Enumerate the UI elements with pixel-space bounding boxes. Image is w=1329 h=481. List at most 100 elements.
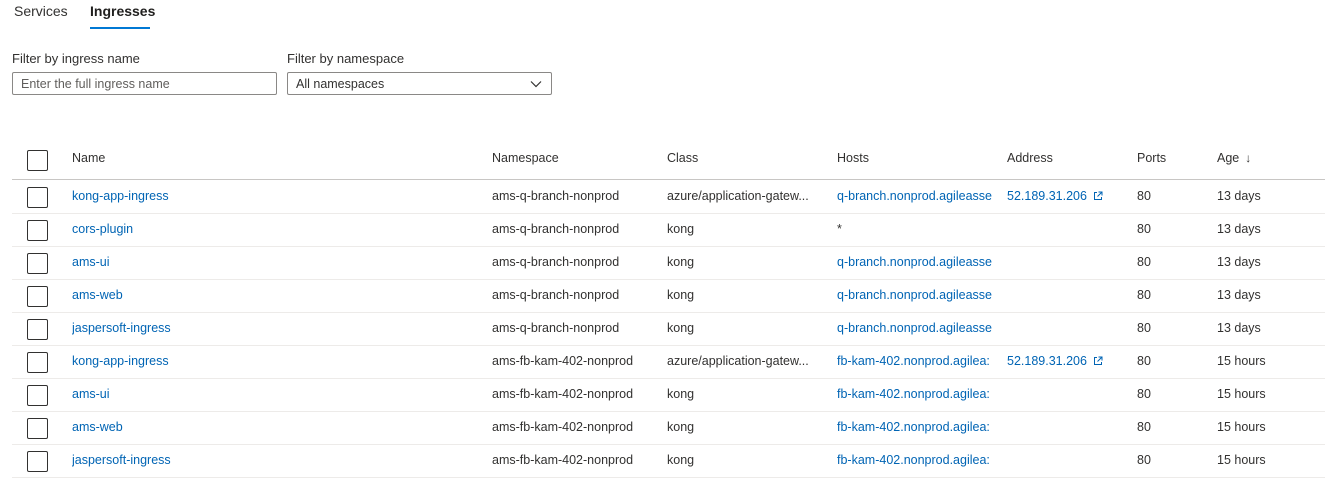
row-checkbox[interactable] xyxy=(27,352,48,373)
hosts-cell[interactable]: fb-kam-402.nonprod.agilea: xyxy=(837,420,996,434)
chevron-down-icon xyxy=(530,81,542,88)
namespace-cell: ams-q-branch-nonprod xyxy=(492,255,620,269)
table-row[interactable]: cors-plugin ams-q-branch-nonprod kong * 80 13… xyxy=(12,214,1325,247)
hosts-cell[interactable]: fb-kam-402.nonprod.agilea: xyxy=(837,453,996,467)
namespace-cell: ams-q-branch-nonprod xyxy=(492,321,620,335)
row-checkbox[interactable] xyxy=(27,385,48,406)
table-row[interactable]: jaspersoft-ingress ams-q-branch-nonprod ko… xyxy=(12,313,1325,346)
table-row[interactable]: ams-ui ams-q-branch-nonprod kong q-branch.n… xyxy=(12,247,1325,280)
ingress-name-link[interactable]: ams-ui xyxy=(72,255,472,269)
hosts-cell[interactable]: q-branch.nonprod.agileasse xyxy=(837,189,996,203)
namespace-cell: ams-q-branch-nonprod xyxy=(492,288,620,302)
namespace-filter-dropdown[interactable]: All namespaces xyxy=(287,72,552,95)
class-cell: kong xyxy=(667,321,695,335)
address-text: 52.189.31.206 xyxy=(1007,189,1087,203)
ports-cell: 80 xyxy=(1137,420,1151,434)
sort-descending-icon: ↓ xyxy=(1245,151,1252,165)
select-all-checkbox[interactable] xyxy=(27,150,48,171)
age-cell: 13 days xyxy=(1217,255,1261,269)
ports-cell: 80 xyxy=(1137,288,1151,302)
ports-cell: 80 xyxy=(1137,354,1151,368)
class-cell: kong xyxy=(667,222,695,236)
table-header: Name Namespace Class Hosts Address Ports… xyxy=(12,142,1325,180)
ingress-name-filter-label: Filter by ingress name xyxy=(12,51,140,66)
row-checkbox[interactable] xyxy=(27,418,48,439)
row-checkbox[interactable] xyxy=(27,253,48,274)
external-link-icon xyxy=(1093,191,1103,200)
tab-services[interactable]: Services xyxy=(14,0,68,30)
ports-cell: 80 xyxy=(1137,453,1151,467)
column-header-hosts[interactable]: Hosts xyxy=(837,151,869,165)
ingress-name-link[interactable]: jaspersoft-ingress xyxy=(72,321,472,335)
hosts-cell[interactable]: q-branch.nonprod.agileasse xyxy=(837,288,996,302)
column-header-namespace[interactable]: Namespace xyxy=(492,151,559,165)
table-row[interactable]: kong-app-ingress ams-fb-kam-402-nonprod az… xyxy=(12,346,1325,379)
hosts-cell[interactable]: q-branch.nonprod.agileasse xyxy=(837,255,996,269)
ingress-name-link[interactable]: kong-app-ingress xyxy=(72,354,472,368)
class-cell: kong xyxy=(667,255,695,269)
hosts-cell: * xyxy=(837,222,842,236)
tab-ingresses[interactable]: Ingresses xyxy=(90,0,156,30)
ingress-name-link[interactable]: jaspersoft-ingress xyxy=(72,453,472,467)
row-checkbox[interactable] xyxy=(27,319,48,340)
row-checkbox[interactable] xyxy=(27,220,48,241)
hosts-cell[interactable]: fb-kam-402.nonprod.agilea: xyxy=(837,354,996,368)
hosts-cell[interactable]: fb-kam-402.nonprod.agilea: xyxy=(837,387,996,401)
ingress-name-link[interactable]: ams-ui xyxy=(72,387,472,401)
age-cell: 13 days xyxy=(1217,189,1261,203)
column-header-name[interactable]: Name xyxy=(72,151,105,165)
ingress-name-link[interactable]: cors-plugin xyxy=(72,222,472,236)
age-cell: 15 hours xyxy=(1217,420,1266,434)
active-tab-indicator xyxy=(90,27,150,29)
external-link-icon xyxy=(1093,356,1103,365)
namespace-cell: ams-q-branch-nonprod xyxy=(492,189,620,203)
class-cell: azure/application-gatew... xyxy=(667,189,809,203)
age-cell: 15 hours xyxy=(1217,453,1266,467)
table-row[interactable]: kong-app-ingress ams-q-branch-nonprod azur… xyxy=(12,181,1325,214)
age-cell: 15 hours xyxy=(1217,354,1266,368)
table-row[interactable]: ams-ui ams-fb-kam-402-nonprod kong fb-kam-4… xyxy=(12,379,1325,412)
namespace-cell: ams-fb-kam-402-nonprod xyxy=(492,453,634,467)
column-header-age-label: Age xyxy=(1217,151,1240,165)
ports-cell: 80 xyxy=(1137,321,1151,335)
address-text: 52.189.31.206 xyxy=(1007,354,1087,368)
ingress-name-filter-input[interactable] xyxy=(12,72,277,95)
namespace-cell: ams-fb-kam-402-nonprod xyxy=(492,354,634,368)
column-header-class[interactable]: Class xyxy=(667,151,698,165)
age-cell: 13 days xyxy=(1217,288,1261,302)
namespace-cell: ams-fb-kam-402-nonprod xyxy=(492,420,634,434)
class-cell: kong xyxy=(667,288,695,302)
class-cell: azure/application-gatew... xyxy=(667,354,809,368)
table-row[interactable]: jaspersoft-ingress ams-fb-kam-402-nonprod… xyxy=(12,445,1325,478)
row-checkbox[interactable] xyxy=(27,286,48,307)
namespace-filter-label: Filter by namespace xyxy=(287,51,405,66)
ports-cell: 80 xyxy=(1137,387,1151,401)
ports-cell: 80 xyxy=(1137,222,1151,236)
namespace-cell: ams-q-branch-nonprod xyxy=(492,222,620,236)
tab-label: Services xyxy=(14,3,68,19)
row-checkbox[interactable] xyxy=(27,187,48,208)
class-cell: kong xyxy=(667,453,695,467)
class-cell: kong xyxy=(667,420,695,434)
age-cell: 15 hours xyxy=(1217,387,1266,401)
age-cell: 13 days xyxy=(1217,222,1261,236)
ports-cell: 80 xyxy=(1137,189,1151,203)
ingress-name-link[interactable]: kong-app-ingress xyxy=(72,189,472,203)
ingress-name-link[interactable]: ams-web xyxy=(72,420,472,434)
ports-cell: 80 xyxy=(1137,255,1151,269)
address-link[interactable]: 52.189.31.206 xyxy=(1007,189,1132,203)
hosts-cell[interactable]: q-branch.nonprod.agileasse xyxy=(837,321,996,335)
class-cell: kong xyxy=(667,387,695,401)
table-row[interactable]: ams-web ams-fb-kam-402-nonprod kong fb-kam-… xyxy=(12,412,1325,445)
ingress-name-link[interactable]: ams-web xyxy=(72,288,472,302)
row-checkbox[interactable] xyxy=(27,451,48,472)
namespace-cell: ams-fb-kam-402-nonprod xyxy=(492,387,634,401)
column-header-address[interactable]: Address xyxy=(1007,151,1053,165)
tab-label: Ingresses xyxy=(90,3,156,19)
age-cell: 13 days xyxy=(1217,321,1261,335)
address-link[interactable]: 52.189.31.206 xyxy=(1007,354,1132,368)
namespace-filter-value: All namespaces xyxy=(296,77,385,91)
column-header-ports[interactable]: Ports xyxy=(1137,151,1166,165)
column-header-age[interactable]: Age ↓ xyxy=(1217,151,1251,165)
table-row[interactable]: ams-web ams-q-branch-nonprod kong q-branch.… xyxy=(12,280,1325,313)
